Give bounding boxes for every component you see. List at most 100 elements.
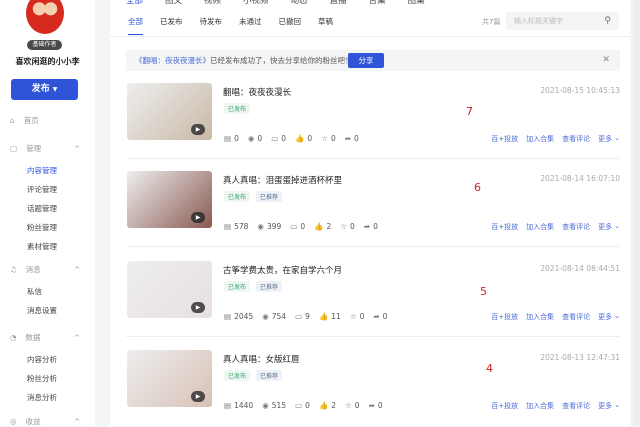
publish-button[interactable]: 发布 ▼ xyxy=(11,79,78,100)
group-icon: ▢ xyxy=(10,144,18,153)
article-title[interactable]: 真人真唱：女版红唇 xyxy=(223,353,300,365)
article-tags: 已发布 已推荐 xyxy=(224,281,283,292)
tab-2[interactable]: 视频 xyxy=(204,0,221,6)
sidebar-group-3[interactable]: ◔ 数据 ^ xyxy=(10,332,80,343)
search-icon[interactable]: ⚲ xyxy=(604,12,611,30)
scrollbar[interactable] xyxy=(633,0,640,426)
stat-value: 0 xyxy=(281,134,287,143)
action-2[interactable]: 查看评论 xyxy=(562,222,590,232)
tab-3[interactable]: 小视频 xyxy=(243,0,269,6)
action-0[interactable]: 百+投放 xyxy=(491,401,518,411)
article-stats: ▤ 578 ◉ 399 ▭ 0 👍 2 ☆ 0 ➦ 0 xyxy=(224,222,378,231)
article-stats: ▤ 0 ◉ 0 ▭ 0 👍 0 ☆ 0 ➦ 0 xyxy=(224,134,359,143)
article-thumbnail[interactable]: ▶ xyxy=(127,261,212,318)
share-icon: ➦ xyxy=(368,401,375,410)
play-icon[interactable]: ▶ xyxy=(191,212,205,223)
favorite-icon: ☆ xyxy=(340,222,348,231)
stat-value: 0 xyxy=(373,222,378,231)
action-2[interactable]: 查看评论 xyxy=(562,134,590,144)
action-3[interactable]: 更多 xyxy=(598,222,612,232)
chevron-down-icon[interactable]: ⌄ xyxy=(614,401,620,411)
article-time: 2021-08-14 08:44:51 xyxy=(540,264,620,273)
action-1[interactable]: 加入合集 xyxy=(526,401,554,411)
stat-share: ➦ 0 xyxy=(364,222,378,231)
sidebar-item-manage-1[interactable]: 评论管理 xyxy=(27,184,57,195)
article-tags: 已发布 已推荐 xyxy=(224,370,283,381)
sidebar-item-message-1[interactable]: 消息设置 xyxy=(27,305,57,316)
stat-view: ◉ 515 xyxy=(262,401,286,410)
stat-value: 0 xyxy=(305,401,310,410)
chevron-up-icon[interactable]: ^ xyxy=(74,334,80,342)
status-tab-2[interactable]: 待发布 xyxy=(200,16,223,35)
stat-value: 0 xyxy=(300,222,306,231)
play-icon[interactable]: ▶ xyxy=(191,124,205,135)
article-title[interactable]: 真人真唱：泪蛋蛋掉进酒杯杯里 xyxy=(223,174,342,186)
share-icon: ➦ xyxy=(344,134,352,143)
status-tab-3[interactable]: 未通过 xyxy=(239,16,262,35)
action-0[interactable]: 百+投放 xyxy=(491,312,518,322)
share-icon: ➦ xyxy=(363,222,371,231)
article-title[interactable]: 古筝学费太贵，在家自学六个月 xyxy=(223,264,342,276)
article-thumbnail[interactable]: ▶ xyxy=(127,350,212,407)
tab-1[interactable]: 图文 xyxy=(165,0,182,6)
play-icon[interactable]: ▶ xyxy=(191,302,205,313)
action-3[interactable]: 更多 xyxy=(598,134,612,144)
tab-0[interactable]: 全部 xyxy=(126,0,143,6)
action-1[interactable]: 加入合集 xyxy=(526,312,554,322)
sidebar-item-message-0[interactable]: 私信 xyxy=(27,286,42,297)
action-1[interactable]: 加入合集 xyxy=(526,222,554,232)
status-tab-1[interactable]: 已发布 xyxy=(160,16,183,35)
article-thumbnail[interactable]: ▶ xyxy=(127,83,212,140)
chevron-up-icon[interactable]: ^ xyxy=(74,266,80,274)
stat-favorite: ☆ 0 xyxy=(340,222,355,231)
action-0[interactable]: 百+投放 xyxy=(491,134,518,144)
sidebar-item-manage-2[interactable]: 话题管理 xyxy=(27,203,57,214)
action-3[interactable]: 更多 xyxy=(598,312,612,322)
chevron-down-icon[interactable]: ⌄ xyxy=(614,222,620,232)
sidebar-group-4[interactable]: ◎ 收益 ^ xyxy=(10,416,80,427)
group-label: 首页 xyxy=(23,116,39,125)
stat-read: ▤ 2045 xyxy=(224,312,253,321)
chevron-up-icon[interactable]: ^ xyxy=(74,145,80,153)
sidebar-group-2[interactable]: ♫ 消息 ^ xyxy=(10,264,80,275)
read-icon: ▤ xyxy=(224,222,232,231)
action-2[interactable]: 查看评论 xyxy=(562,401,590,411)
tab-7[interactable]: 图集 xyxy=(408,0,425,6)
action-3[interactable]: 更多 xyxy=(598,401,612,411)
close-icon[interactable]: ✕ xyxy=(602,50,610,71)
tab-6[interactable]: 合集 xyxy=(369,0,386,6)
sidebar-group-0[interactable]: ⌂ 首页 xyxy=(10,115,80,126)
status-tab-4[interactable]: 已撤回 xyxy=(279,16,302,35)
avatar[interactable] xyxy=(26,0,64,34)
chevron-down-icon[interactable]: ⌄ xyxy=(614,134,620,144)
sidebar-group-1[interactable]: ▢ 管理 ^ xyxy=(10,143,80,154)
annotation-number: 6 xyxy=(474,181,481,194)
sidebar-item-data-1[interactable]: 粉丝分析 xyxy=(27,373,57,384)
status-tab-0[interactable]: 全部 xyxy=(128,16,143,35)
chevron-down-icon[interactable]: ⌄ xyxy=(614,312,620,322)
status-badge: 已推荐 xyxy=(256,281,283,292)
notice-article-link[interactable]: 《翻唱：夜夜夜漫长》 xyxy=(135,56,210,65)
sidebar-item-data-2[interactable]: 消息分析 xyxy=(27,392,57,403)
stat-value: 2 xyxy=(331,401,337,410)
sidebar-item-manage-0[interactable]: 内容管理 xyxy=(27,165,57,176)
stat-value: 0 xyxy=(307,134,313,143)
article-thumbnail[interactable]: ▶ xyxy=(127,171,212,228)
sidebar-item-manage-4[interactable]: 素材管理 xyxy=(27,241,57,252)
chevron-up-icon[interactable]: ^ xyxy=(74,418,80,426)
share-button[interactable]: 分享 xyxy=(348,53,384,68)
share-icon: ➦ xyxy=(373,312,380,321)
article-actions: 百+投放 加入合集 查看评论 更多 ⌄ xyxy=(491,134,620,144)
article-title[interactable]: 翻唱：夜夜夜漫长 xyxy=(223,86,291,98)
play-icon[interactable]: ▶ xyxy=(191,391,205,402)
action-0[interactable]: 百+投放 xyxy=(491,222,518,232)
action-2[interactable]: 查看评论 xyxy=(562,312,590,322)
status-tab-5[interactable]: 草稿 xyxy=(318,16,333,35)
sidebar-item-manage-3[interactable]: 粉丝管理 xyxy=(27,222,57,233)
sidebar-item-data-0[interactable]: 内容分析 xyxy=(27,354,57,365)
article-time: 2021-08-14 16:07:10 xyxy=(540,174,620,183)
search-input[interactable]: 输入标题关键字 ⚲ xyxy=(506,12,619,30)
action-1[interactable]: 加入合集 xyxy=(526,134,554,144)
tab-4[interactable]: 动态 xyxy=(291,0,308,6)
tab-5[interactable]: 直播 xyxy=(330,0,347,6)
